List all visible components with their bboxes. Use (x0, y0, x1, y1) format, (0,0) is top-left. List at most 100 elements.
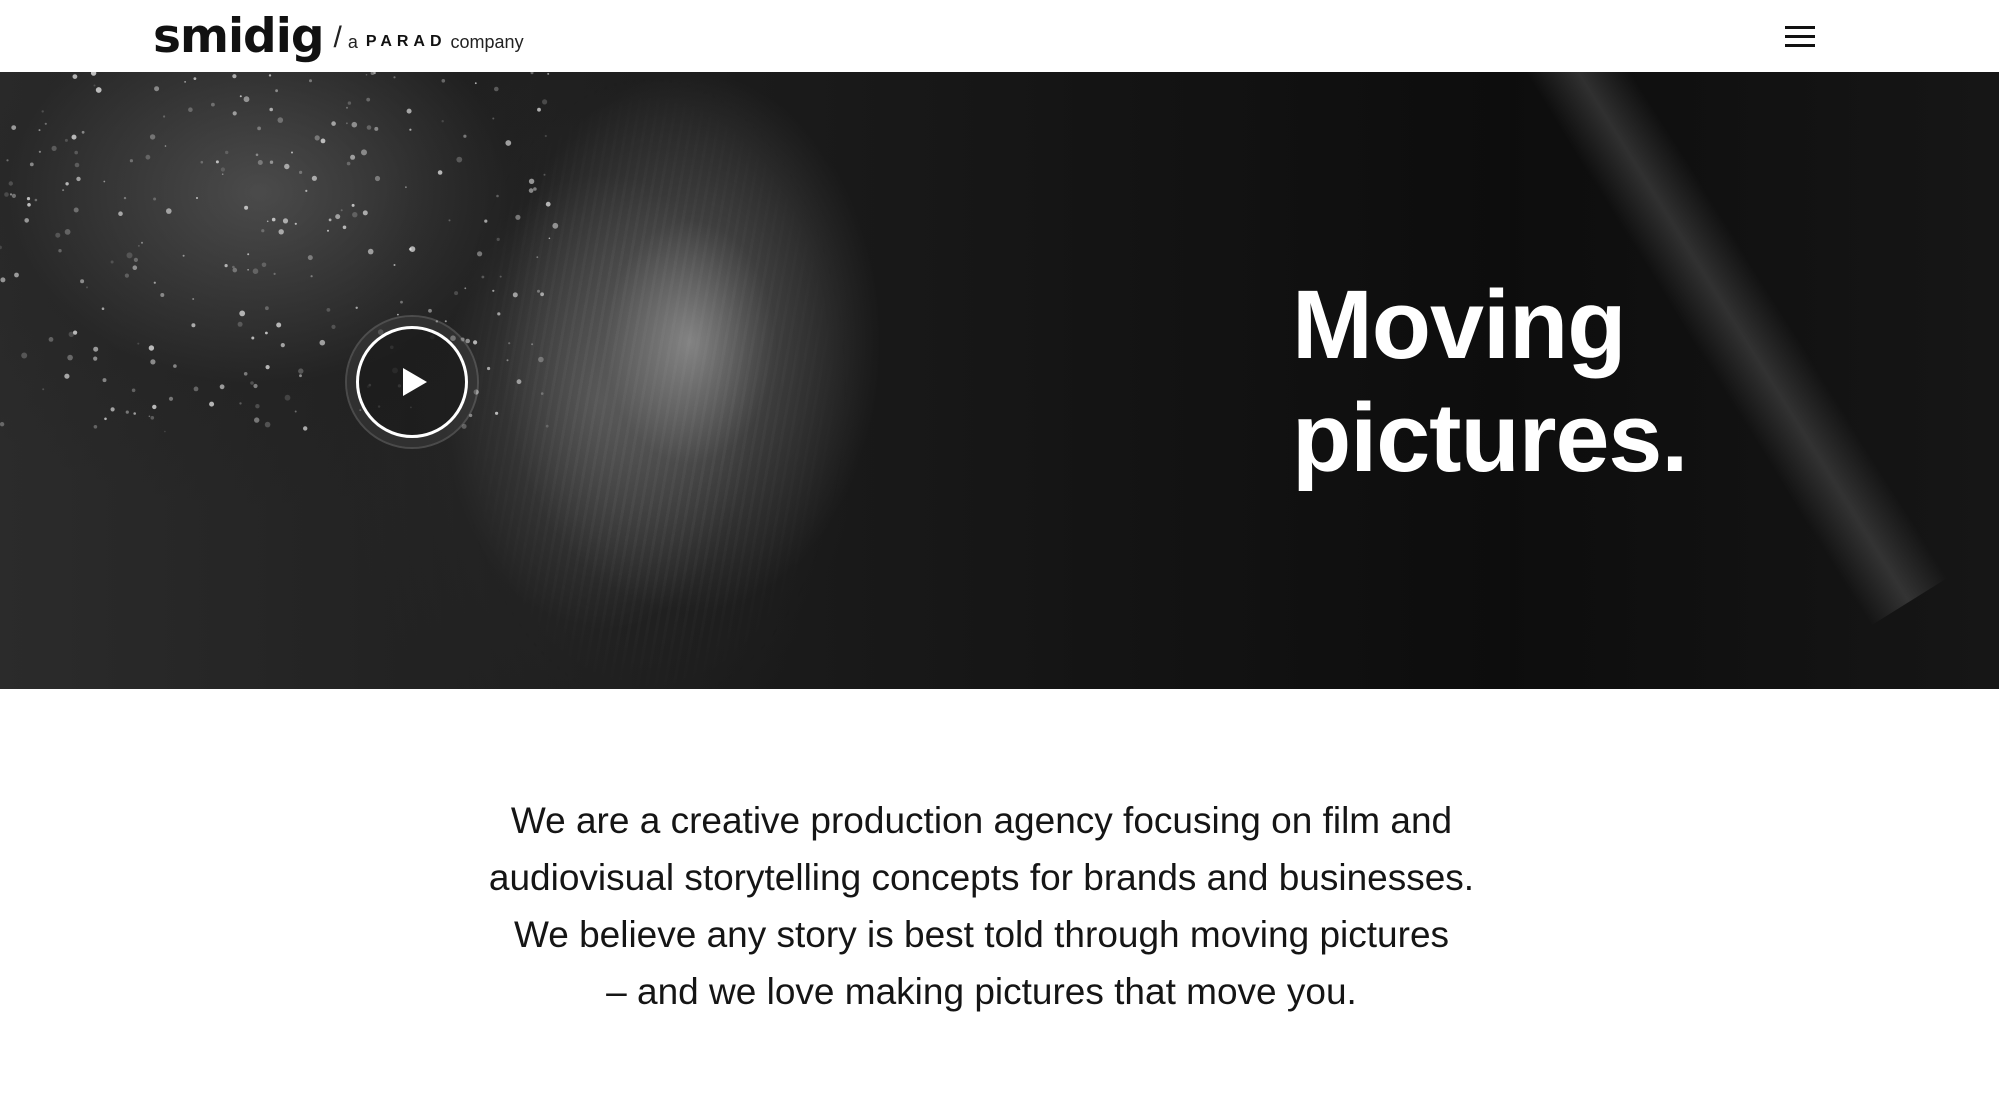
light-speck (291, 151, 293, 154)
light-speck (160, 293, 165, 297)
light-speck (495, 411, 499, 415)
light-speck (65, 182, 69, 186)
hero-title-line-1: Moving (1292, 270, 1626, 379)
light-speck (276, 322, 282, 328)
light-speck (516, 379, 522, 385)
logo-wordmark: smidig (153, 8, 324, 64)
light-speck (251, 336, 255, 340)
light-speck (29, 162, 34, 167)
light-speck (299, 374, 302, 378)
light-speck (536, 256, 539, 259)
light-speck (456, 156, 463, 163)
light-speck (237, 321, 243, 327)
light-speck (428, 308, 432, 313)
intro-section: We are a creative production agency focu… (400, 792, 1563, 1020)
light-speck (215, 160, 219, 164)
light-speck (266, 220, 269, 223)
light-speck (537, 289, 540, 293)
hero-title-line-2: pictures. (1292, 383, 1688, 492)
light-speck (232, 111, 237, 116)
light-speck (530, 72, 534, 75)
light-speck (540, 392, 544, 395)
light-speck (152, 404, 157, 410)
light-speck (44, 122, 47, 125)
light-speck (148, 345, 155, 351)
light-speck (163, 115, 166, 118)
hamburger-menu-icon[interactable] (1782, 20, 1818, 52)
light-speck (346, 122, 348, 125)
light-speck (367, 248, 374, 255)
light-speck (95, 87, 102, 93)
light-speck (164, 145, 167, 147)
light-speck (93, 346, 99, 352)
light-speck (545, 424, 549, 428)
play-video-button[interactable] (347, 317, 477, 447)
light-speck (192, 298, 195, 300)
light-speck (305, 189, 308, 192)
menu-bar-top (1785, 25, 1815, 29)
light-speck (126, 252, 133, 259)
light-speck (211, 102, 215, 107)
light-speck (182, 254, 185, 257)
light-speck (496, 237, 500, 241)
light-speck (209, 401, 215, 407)
light-speck (454, 291, 459, 296)
light-speck (540, 292, 544, 297)
light-speck (166, 208, 172, 214)
light-speck (153, 197, 157, 201)
light-speck (468, 413, 473, 418)
light-speck (474, 82, 477, 85)
light-speck (42, 388, 45, 391)
light-speck (38, 150, 42, 153)
light-speck (505, 140, 512, 146)
menu-bar-middle (1785, 34, 1815, 38)
light-speck (153, 281, 156, 284)
light-speck (58, 249, 62, 253)
light-speck (463, 134, 467, 138)
light-speck (464, 287, 467, 290)
light-speck (137, 342, 140, 345)
light-speck (547, 72, 550, 75)
light-speck (320, 138, 326, 144)
light-speck (335, 214, 341, 220)
light-speck (62, 189, 65, 192)
light-speck (492, 289, 495, 292)
light-speck (531, 343, 534, 346)
light-speck (265, 365, 270, 370)
intro-text-line: – and we love making pictures that move … (606, 971, 1357, 1012)
light-speck (284, 163, 290, 170)
light-speck (257, 126, 261, 131)
light-speck (393, 264, 396, 266)
light-speck (154, 86, 160, 92)
light-speck (261, 262, 267, 268)
light-speck (477, 251, 483, 257)
light-speck (150, 359, 156, 365)
light-speck (275, 89, 278, 93)
light-speck (150, 416, 155, 420)
light-speck (545, 201, 551, 207)
light-speck (141, 241, 143, 244)
light-speck (552, 222, 559, 229)
light-speck (164, 430, 166, 433)
light-speck (327, 229, 329, 232)
light-speck (351, 203, 355, 207)
light-speck (168, 396, 174, 401)
light-speck (269, 160, 274, 164)
brand-logo-link[interactable]: smidig / a PARAD company (153, 6, 524, 66)
light-speck (243, 372, 248, 376)
light-speck (73, 330, 78, 335)
light-speck (284, 394, 291, 401)
light-speck (72, 74, 78, 79)
light-speck (232, 265, 235, 269)
light-speck (148, 415, 151, 418)
light-speck (533, 187, 537, 191)
light-speck (247, 253, 250, 256)
light-speck (232, 74, 237, 79)
light-speck (303, 426, 308, 431)
light-speck (273, 272, 276, 275)
light-speck (93, 425, 98, 429)
light-speck (0, 422, 5, 427)
tagline-brand: PARAD (365, 33, 447, 50)
light-speck (6, 159, 9, 162)
light-speck (331, 121, 336, 126)
